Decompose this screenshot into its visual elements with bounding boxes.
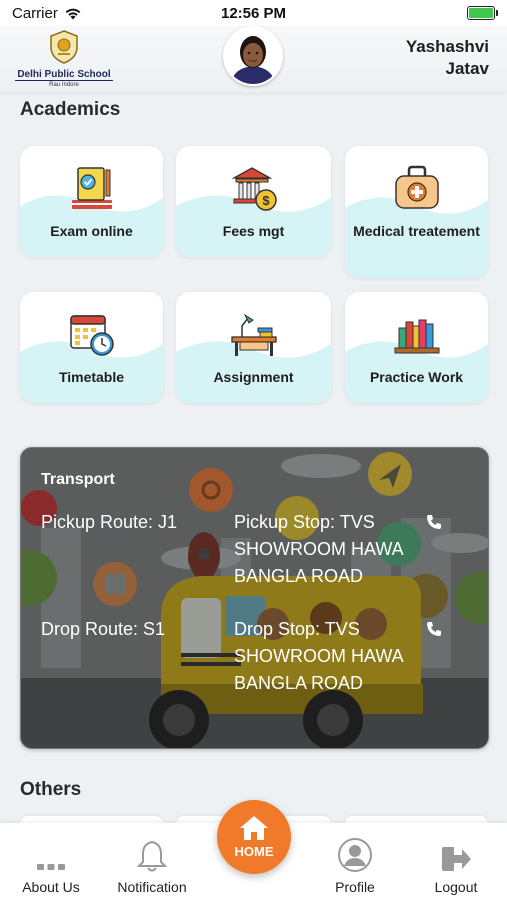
nav-logout[interactable]: Logout <box>406 837 506 895</box>
others-title: Others <box>20 779 82 800</box>
nav-logout-label: Logout <box>434 879 478 895</box>
user-photo-icon <box>225 28 281 84</box>
transport-card[interactable]: Transport Pickup Route: J1 Pickup Stop: … <box>20 447 489 749</box>
bell-icon <box>137 840 167 872</box>
clock: 12:56 PM <box>220 4 287 22</box>
timetable-card[interactable]: Timetable <box>20 292 163 403</box>
home-button[interactable]: HOME <box>217 800 291 874</box>
user-name: Yashashvi Jatav <box>406 36 489 80</box>
user-last-name: Jatav <box>445 59 489 78</box>
medical-treatment-label: Medical treatement <box>353 223 480 239</box>
logout-icon <box>442 847 471 871</box>
profile-icon <box>338 838 372 872</box>
drop-phone-icon[interactable] <box>426 621 442 637</box>
transport-illustration <box>21 448 488 748</box>
nav-notification-label: Notification <box>117 879 187 895</box>
desk-icon <box>230 313 277 356</box>
nav-notification[interactable]: Notification <box>102 837 202 895</box>
wifi-icon <box>65 8 81 19</box>
calendar-clock-icon <box>69 315 114 356</box>
svg-text:$: $ <box>262 193 270 208</box>
home-label: HOME <box>234 844 274 859</box>
home-icon <box>240 816 268 840</box>
more-dots-icon <box>37 864 65 870</box>
exam-online-label: Exam online <box>50 223 133 239</box>
medical-icon <box>394 165 439 209</box>
assignment-label: Assignment <box>213 369 294 385</box>
fees-mgt-label: Fees mgt <box>222 223 285 239</box>
exam-online-card[interactable]: Exam online <box>20 146 163 257</box>
practice-work-card[interactable]: Practice Work <box>345 292 488 403</box>
school-name: Delhi Public School <box>15 69 113 81</box>
user-first-name: Yashashvi <box>405 37 489 56</box>
status-left: Carrier <box>12 5 82 22</box>
pickup-route: Pickup Route: J1 <box>41 512 178 532</box>
school-crest-icon <box>50 30 78 64</box>
medical-treatment-card[interactable]: Medical treatement <box>345 146 488 278</box>
practice-work-label: Practice Work <box>369 369 464 385</box>
nav-about-us[interactable]: About Us <box>1 837 101 895</box>
carrier-label: Carrier <box>12 4 58 22</box>
battery-icon <box>467 6 498 20</box>
nav-about-us-label: About Us <box>22 879 80 895</box>
drop-stop: Drop Stop: TVS SHOWROOM HAWA BANGLA ROAD <box>234 619 403 693</box>
timetable-label: Timetable <box>58 369 125 385</box>
school-logo[interactable]: Delhi Public School Rau Indore <box>14 30 114 88</box>
fees-mgt-card[interactable]: $ Fees mgt <box>176 146 331 257</box>
status-bar: Carrier 12:56 PM <box>0 0 507 26</box>
school-location: Rau Indore <box>49 82 79 88</box>
fees-icon: $ <box>230 167 277 211</box>
avatar[interactable] <box>223 26 283 86</box>
exam-icon <box>71 167 112 209</box>
nav-profile[interactable]: Profile <box>305 837 405 895</box>
nav-profile-label: Profile <box>335 879 375 895</box>
books-icon <box>394 319 439 354</box>
assignment-card[interactable]: Assignment <box>176 292 331 403</box>
app-header: Delhi Public School Rau Indore Yashashvi… <box>0 26 507 92</box>
academics-title: Academics <box>20 99 121 120</box>
pickup-phone-icon[interactable] <box>426 514 442 530</box>
transport-title: Transport <box>41 471 115 488</box>
drop-route: Drop Route: S1 <box>41 619 166 639</box>
pickup-stop: Pickup Stop: TVS SHOWROOM HAWA BANGLA RO… <box>234 512 403 586</box>
